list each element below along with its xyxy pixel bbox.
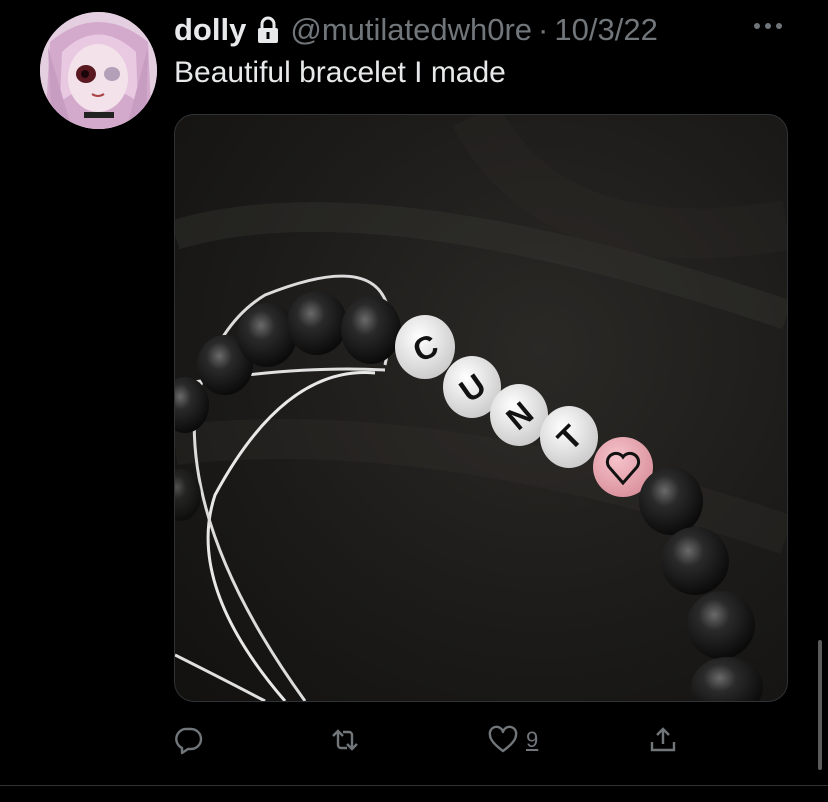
handle[interactable]: @mutilatedwh0re [290,12,532,48]
letter-bead: C [395,315,455,379]
divider [0,785,828,786]
tweet[interactable]: dolly @mutilatedwh0re · 10/3/22 Beautifu… [0,0,828,802]
avatar[interactable] [40,12,157,129]
letter-bead: T [540,406,598,468]
retweet-button[interactable] [330,720,360,760]
tweet-media-photo[interactable]: C U N T [174,114,788,702]
scrollbar[interactable] [818,640,822,770]
letter-bead: N [490,384,548,446]
retweet-icon [332,729,358,751]
timestamp[interactable]: 10/3/22 [554,12,657,48]
tweet-header: dolly @mutilatedwh0re · 10/3/22 [174,12,658,48]
more-icon[interactable] [750,16,786,36]
heart-icon [488,725,518,753]
display-name[interactable]: dolly [174,12,246,48]
bracelet-photo: C U N T [175,115,787,701]
avatar-image [40,12,157,129]
share-button[interactable] [648,720,678,760]
like-button[interactable]: 9 [488,720,538,760]
reply-icon [175,727,203,755]
reply-button[interactable] [174,720,204,760]
separator-dot: · [538,12,549,47]
like-count[interactable]: 9 [526,727,538,753]
lock-icon [256,16,280,44]
tweet-actions: 9 [174,720,786,760]
tweet-text: Beautiful bracelet I made [174,56,506,89]
share-icon [650,727,676,752]
